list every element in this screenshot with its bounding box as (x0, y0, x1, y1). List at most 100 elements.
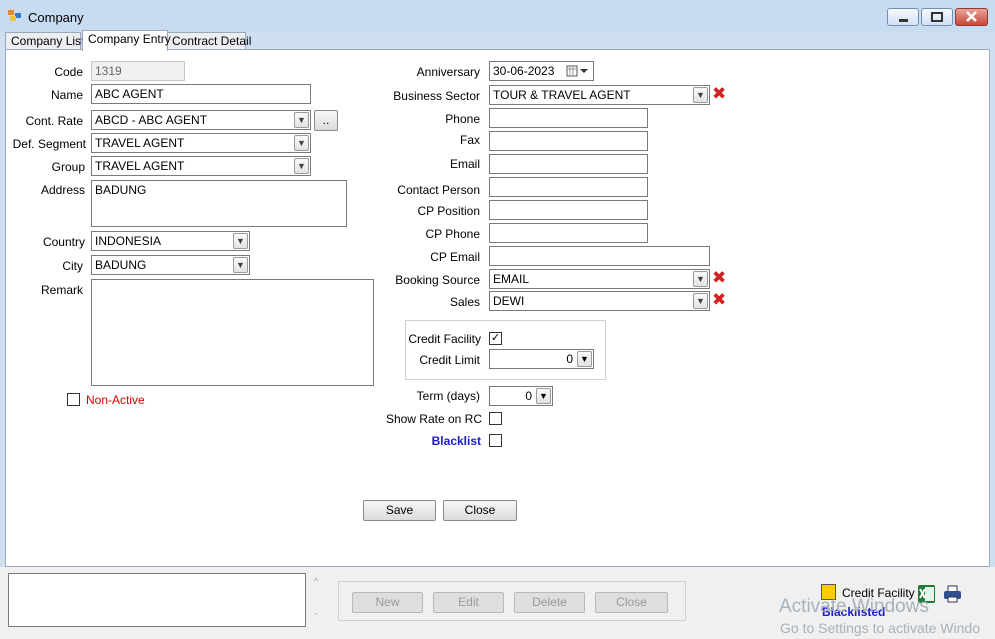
credit-limit-spinner[interactable]: 0 ▼ (489, 349, 594, 369)
credit-facility-label: Credit Facility (408, 332, 481, 346)
blacklist-label: Blacklist (431, 434, 481, 448)
sales-label: Sales (449, 295, 480, 309)
address-label: Address (40, 183, 85, 197)
business-sector-value: TOUR & TRAVEL AGENT (493, 88, 631, 102)
remark-field[interactable] (91, 279, 374, 386)
fax-label: Fax (459, 133, 480, 147)
group-label: Group (51, 160, 85, 174)
calendar-icon[interactable] (566, 65, 590, 77)
country-value: INDONESIA (95, 234, 162, 248)
non-active-checkbox[interactable] (67, 393, 80, 406)
country-dropdown[interactable]: INDONESIA ▼ (91, 231, 250, 251)
delete-button[interactable]: Delete (514, 592, 585, 613)
fax-field[interactable] (489, 131, 648, 151)
cp-position-field[interactable] (489, 200, 648, 220)
anniversary-value: 30-06-2023 (493, 64, 555, 78)
name-field[interactable]: ABC AGENT (91, 84, 311, 104)
cont-rate-label: Cont. Rate (25, 114, 83, 128)
tab-contract-detail[interactable]: Contract Detail (166, 32, 251, 50)
chevron-down-icon[interactable]: ▼ (693, 271, 708, 287)
remark-label: Remark (40, 283, 83, 297)
tab-strip: Company List Company Entry Contract Deta… (5, 30, 990, 51)
close-window-button[interactable] (955, 8, 988, 26)
close-record-button[interactable]: Close (595, 592, 668, 613)
chevron-down-icon[interactable]: ▼ (294, 112, 309, 128)
close-form-button[interactable]: Close (443, 500, 517, 521)
cp-position-label: CP Position (417, 204, 480, 218)
city-label: City (62, 259, 83, 273)
window-title: Company (28, 10, 84, 25)
scroll-down-icon[interactable]: ˇ (310, 612, 322, 622)
term-value: 0 (525, 389, 532, 403)
anniversary-label: Anniversary (416, 65, 480, 79)
close-icon (966, 11, 977, 22)
minimize-button[interactable] (887, 8, 919, 26)
cp-phone-label: CP Phone (425, 227, 481, 241)
business-sector-dropdown[interactable]: TOUR & TRAVEL AGENT ▼ (489, 85, 710, 105)
credit-facility-checkbox[interactable]: ✓ (489, 332, 502, 345)
booking-source-value: EMAIL (493, 272, 530, 286)
tab-company-list[interactable]: Company List (5, 32, 84, 50)
group-dropdown[interactable]: TRAVEL AGENT ▼ (91, 156, 311, 176)
non-active-label: Non-Active (86, 393, 145, 407)
term-label: Term (days) (416, 389, 480, 403)
cp-email-label: CP Email (430, 250, 480, 264)
cp-email-field[interactable] (489, 246, 710, 266)
cont-rate-browse-button[interactable]: .. (314, 110, 338, 131)
city-dropdown[interactable]: BADUNG ▼ (91, 255, 250, 275)
remove-booking-source-icon[interactable]: ✖ (712, 269, 726, 287)
group-value: TRAVEL AGENT (95, 159, 185, 173)
sales-value: DEWI (493, 294, 525, 308)
cont-rate-dropdown[interactable]: ABCD - ABC AGENT ▼ (91, 110, 311, 130)
show-rate-checkbox[interactable] (489, 412, 502, 425)
cp-phone-field[interactable] (489, 223, 648, 243)
contact-person-field[interactable] (489, 177, 648, 197)
sales-dropdown[interactable]: DEWI ▼ (489, 291, 710, 311)
name-label: Name (50, 88, 83, 102)
booking-source-label: Booking Source (395, 273, 480, 287)
app-icon (8, 10, 21, 21)
scroll-up-icon[interactable]: ^ (310, 576, 322, 586)
city-value: BADUNG (95, 258, 147, 272)
minimize-icon (899, 19, 908, 22)
address-field[interactable]: BADUNG (91, 180, 347, 227)
activation-watermark-subtitle: Go to Settings to activate Windo (780, 620, 980, 636)
contact-person-label: Contact Person (397, 183, 480, 197)
booking-source-dropdown[interactable]: EMAIL ▼ (489, 269, 710, 289)
restore-icon (931, 12, 943, 22)
chevron-down-icon[interactable]: ▼ (233, 233, 248, 249)
phone-field[interactable] (489, 108, 648, 128)
chevron-down-icon[interactable]: ▼ (577, 351, 592, 367)
title-bar (0, 0, 995, 32)
def-segment-dropdown[interactable]: TRAVEL AGENT ▼ (91, 133, 311, 153)
activation-watermark-title: Activate Windows (779, 596, 929, 617)
country-label: Country (42, 235, 85, 249)
printer-icon[interactable] (943, 585, 963, 603)
chevron-down-icon[interactable]: ▼ (693, 293, 708, 309)
chevron-down-icon[interactable]: ▼ (294, 135, 309, 151)
new-button[interactable]: New (352, 592, 423, 613)
credit-limit-label: Credit Limit (419, 353, 480, 367)
edit-button[interactable]: Edit (433, 592, 504, 613)
business-sector-label: Business Sector (393, 89, 480, 103)
email-label: Email (449, 157, 480, 171)
remove-sales-icon[interactable]: ✖ (712, 291, 726, 309)
save-button[interactable]: Save (363, 500, 436, 521)
credit-limit-value: 0 (566, 352, 573, 366)
def-segment-label: Def. Segment (12, 137, 86, 151)
term-spinner[interactable]: 0 ▼ (489, 386, 553, 406)
chevron-down-icon[interactable]: ▼ (233, 257, 248, 273)
remove-business-sector-icon[interactable]: ✖ (712, 85, 726, 103)
notes-box[interactable] (8, 573, 306, 627)
chevron-down-icon[interactable]: ▼ (536, 388, 551, 404)
email-field[interactable] (489, 154, 648, 174)
blacklist-checkbox[interactable] (489, 434, 502, 447)
chevron-down-icon[interactable]: ▼ (294, 158, 309, 174)
anniversary-datepicker[interactable]: 30-06-2023 (489, 61, 594, 81)
phone-label: Phone (445, 112, 480, 126)
cont-rate-value: ABCD - ABC AGENT (95, 113, 208, 127)
chevron-down-icon[interactable]: ▼ (693, 87, 708, 103)
tab-company-entry[interactable]: Company Entry (82, 30, 171, 51)
code-field: 1319 (91, 61, 185, 81)
maximize-button[interactable] (921, 8, 953, 26)
